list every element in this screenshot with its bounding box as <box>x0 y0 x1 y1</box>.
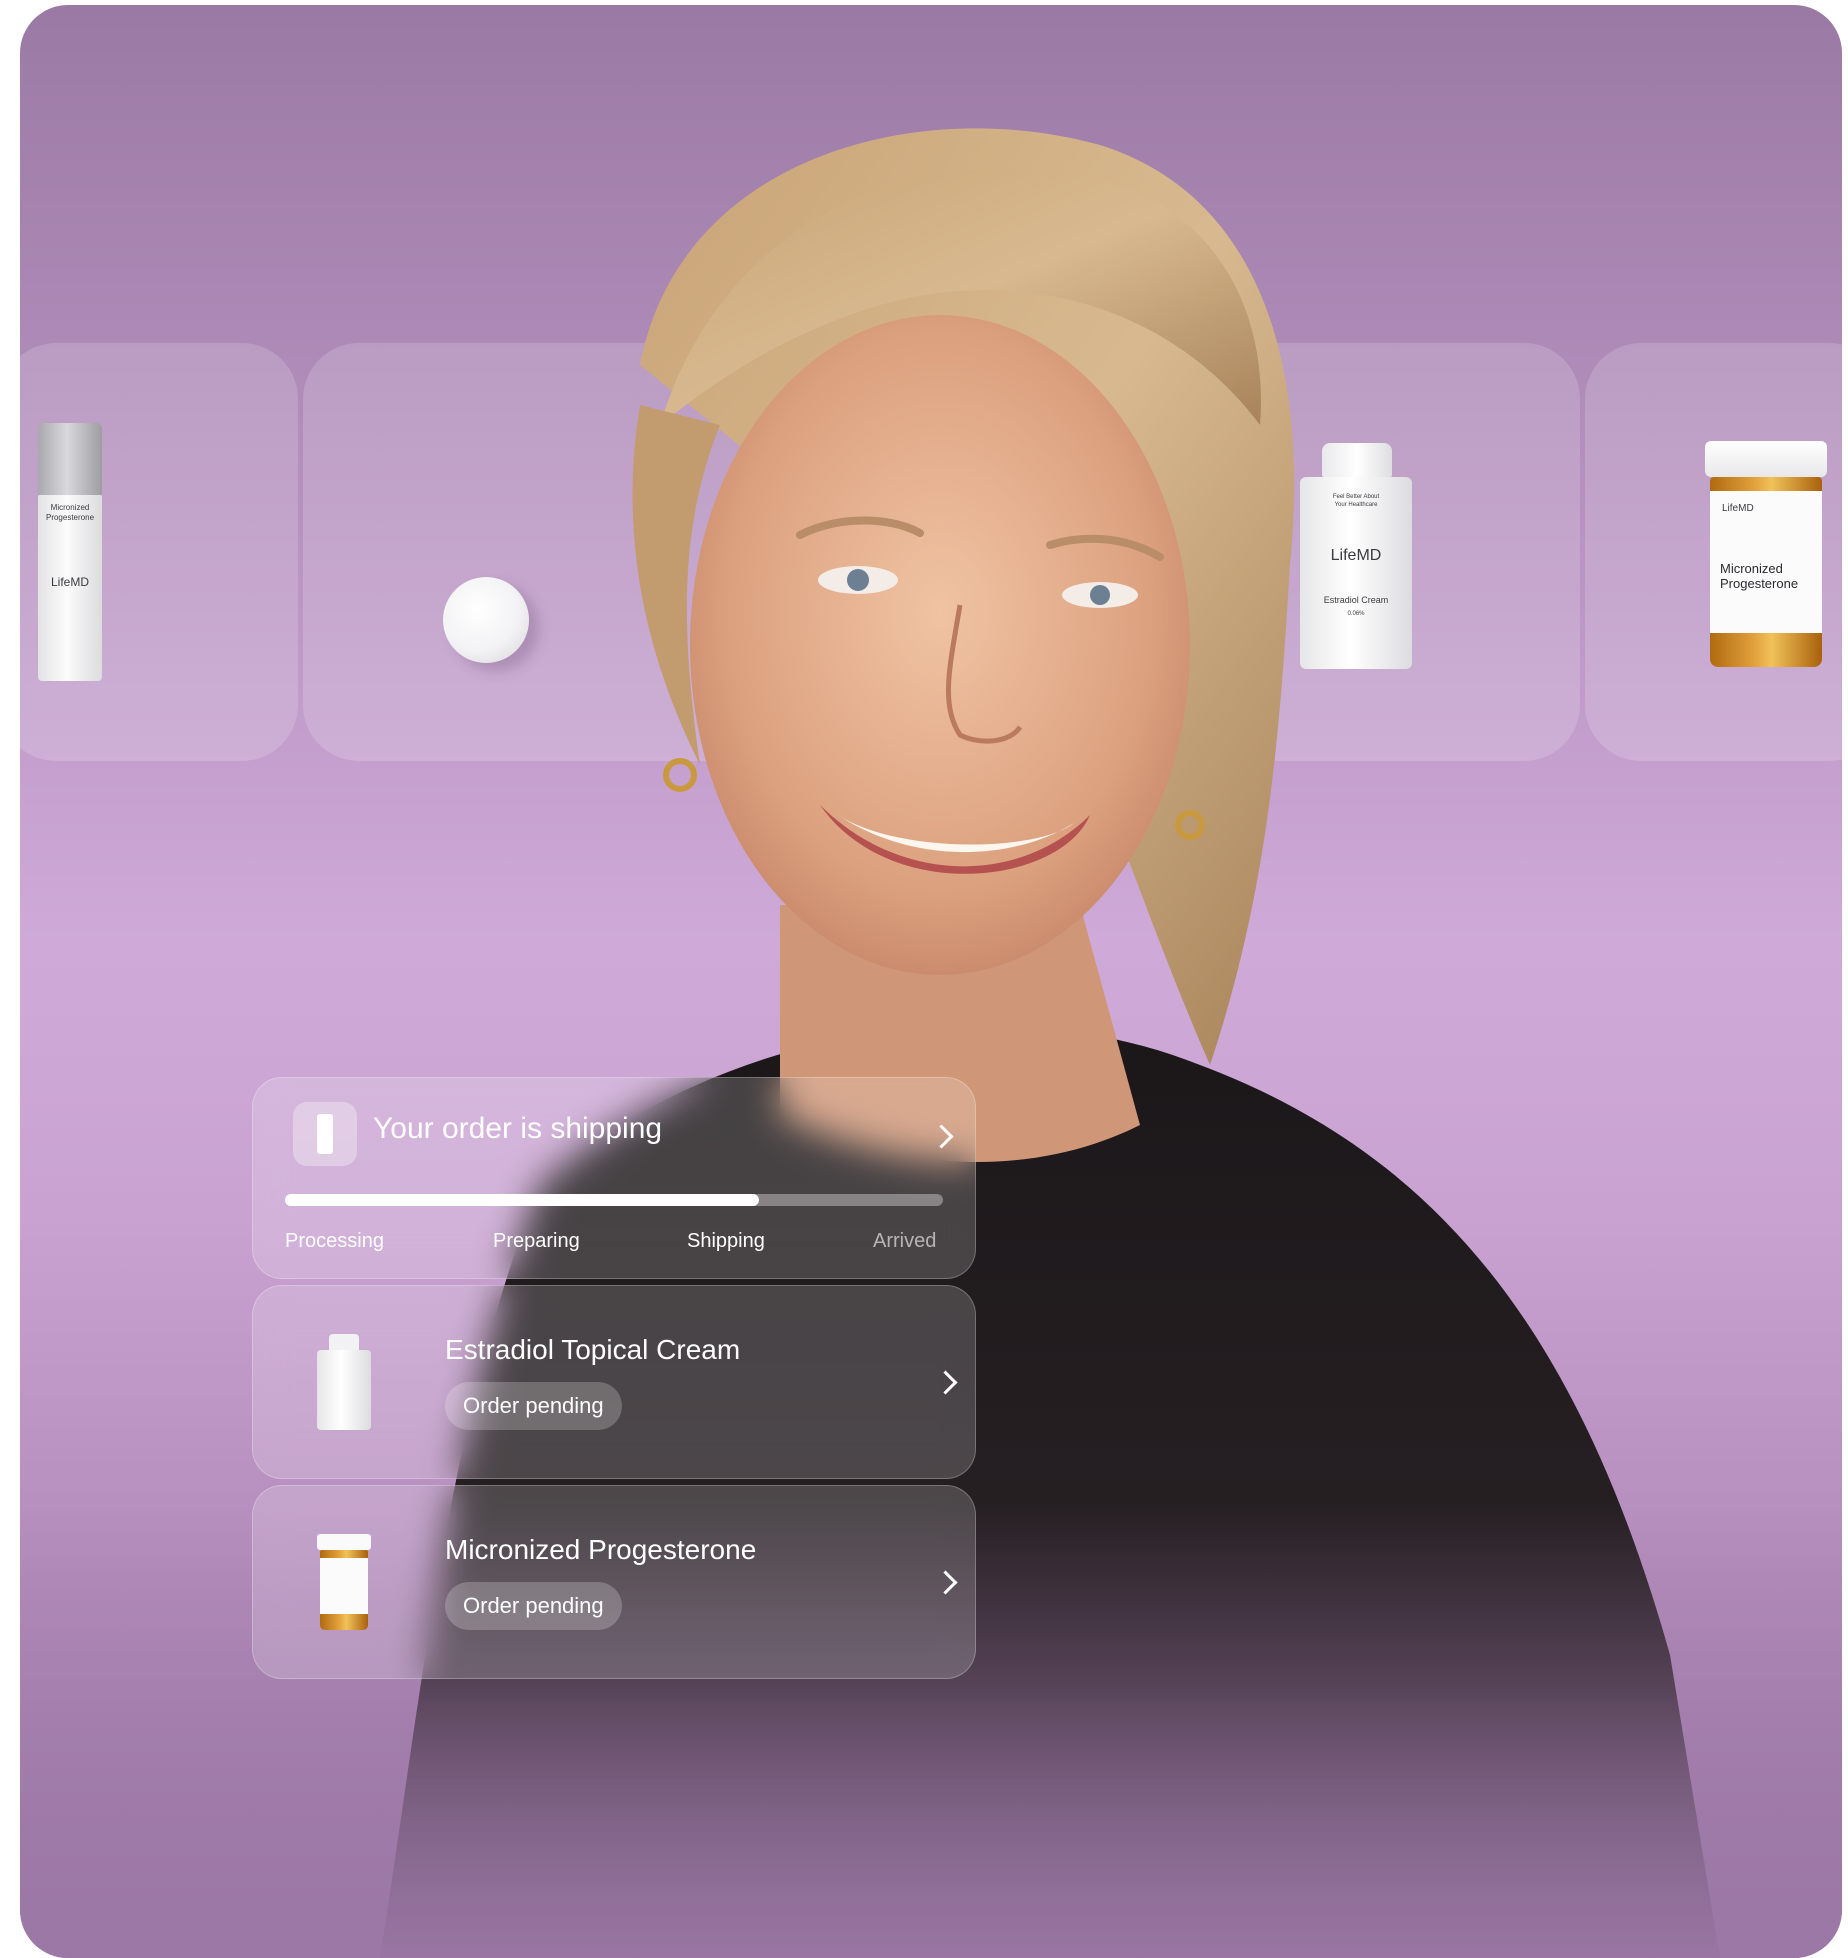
order-progress-fill <box>285 1194 759 1206</box>
order-status-badge: Order pending <box>445 1582 622 1630</box>
stage-arrived: Arrived <box>873 1230 937 1252</box>
order-status-card[interactable]: Your order is shipping Processing Prepar… <box>252 1077 976 1279</box>
bottle-icon <box>317 1114 333 1154</box>
order-status-title: Your order is shipping <box>373 1112 663 1145</box>
chevron-right-icon[interactable] <box>929 1124 954 1149</box>
progesterone-thumbnail <box>317 1534 371 1630</box>
hero-canvas: Micronized Progesterone LifeMD Feel Bett… <box>20 5 1842 1958</box>
chevron-right-icon[interactable] <box>933 1570 958 1595</box>
order-item-title: Micronized Progesterone <box>445 1534 757 1565</box>
chevron-right-icon[interactable] <box>933 1370 958 1395</box>
order-status-badge: Order pending <box>445 1382 622 1430</box>
order-item-progesterone[interactable]: Micronized Progesterone Order pending <box>252 1485 976 1679</box>
stage-processing: Processing <box>285 1230 384 1252</box>
order-progress-bar <box>285 1194 943 1206</box>
order-item-estradiol[interactable]: Estradiol Topical Cream Order pending <box>252 1285 976 1479</box>
stage-preparing: Preparing <box>493 1230 580 1252</box>
order-item-title: Estradiol Topical Cream <box>445 1334 741 1365</box>
stage-shipping: Shipping <box>687 1230 765 1252</box>
estradiol-thumbnail <box>317 1334 371 1430</box>
order-thumbnail <box>293 1102 357 1166</box>
